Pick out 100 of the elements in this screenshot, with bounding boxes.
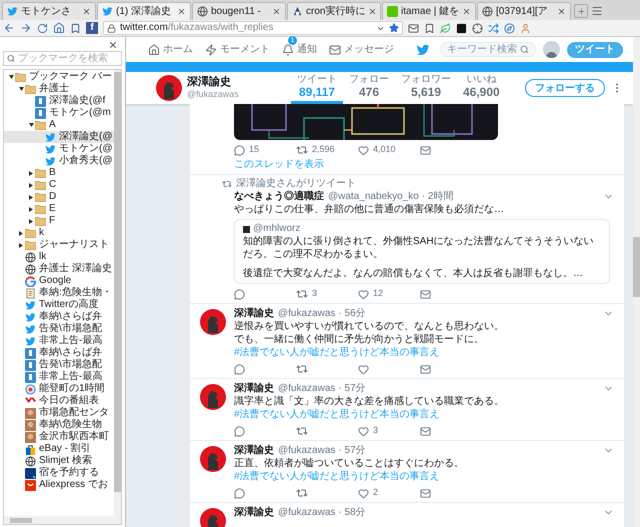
message-icon[interactable]	[420, 426, 431, 436]
nav-link[interactable]: ホーム	[148, 42, 193, 57]
account-avatar[interactable]	[543, 41, 560, 58]
bookmark-folder[interactable]: A	[4, 119, 114, 131]
reply-icon[interactable]	[234, 144, 245, 156]
reply-icon[interactable]	[234, 488, 245, 498]
bookmark-item[interactable]: 非常上告-最高	[4, 371, 114, 383]
bookmark-item[interactable]: 奉納\さらば弁	[4, 347, 114, 359]
author-name[interactable]: 深澤諭史	[234, 382, 274, 395]
message-icon[interactable]	[420, 144, 431, 156]
bookmark-folder[interactable]: ジャーナリスト	[4, 239, 114, 251]
retweeted-by-label[interactable]: 深澤論史さんがリツイート	[236, 178, 356, 190]
bookmark-folder[interactable]: F	[4, 215, 114, 227]
browser-tab[interactable]: bougen11 -	[192, 2, 286, 20]
bookmark-item[interactable]: 奉納\さらば弁	[4, 311, 114, 323]
forward-icon[interactable]	[20, 22, 32, 34]
reply-icon[interactable]	[234, 426, 245, 436]
bookmark-item[interactable]: Google	[4, 275, 114, 287]
message-icon[interactable]	[420, 288, 431, 300]
bookmark-item[interactable]: 告発\市場急配	[4, 323, 114, 335]
close-icon[interactable]	[177, 7, 186, 16]
browser-tab[interactable]: (1) 深澤諭史	[97, 2, 191, 20]
retweet-icon[interactable]	[296, 363, 308, 375]
like-icon[interactable]	[358, 488, 369, 498]
nav-link[interactable]: メッセージ	[329, 42, 394, 57]
tweet-time[interactable]: · 57分	[338, 382, 366, 395]
close-icon[interactable]	[557, 7, 566, 16]
bookmark-item[interactable]: Twitterの高度	[4, 299, 114, 311]
profile-stat-tab[interactable]: いいね 46,900	[457, 72, 506, 104]
collapsed-triangle-icon[interactable]	[29, 206, 33, 212]
bookmark-search-field[interactable]: ブックマークを検索	[3, 51, 122, 66]
browser-tab[interactable]: itamae | 鍵を	[382, 2, 476, 20]
collapsed-triangle-icon[interactable]	[29, 194, 33, 200]
bookmark-item[interactable]: 宿を予約する	[4, 467, 114, 479]
bookmark-item[interactable]: 今日の番組表	[4, 395, 114, 407]
address-bar[interactable]: twitter.com/fukazawas/with_replies	[103, 21, 403, 35]
avatar[interactable]	[200, 384, 226, 410]
retweet-icon[interactable]	[296, 144, 308, 156]
collapsed-triangle-icon[interactable]	[29, 182, 33, 188]
avatar[interactable]	[200, 309, 226, 335]
vertical-scrollbar[interactable]	[114, 70, 121, 516]
search-field[interactable]: キーワード検索	[440, 42, 536, 57]
reply-icon[interactable]	[234, 364, 245, 374]
horizontal-scrollbar[interactable]	[4, 516, 121, 524]
expanded-triangle-icon[interactable]	[18, 87, 24, 91]
profile-stat-tab[interactable]: フォロワー 5,619	[395, 72, 457, 104]
avatar[interactable]	[200, 508, 226, 527]
tweet-time[interactable]: · 56分	[338, 307, 366, 320]
bookmark-item[interactable]: 深澤論史(@	[4, 131, 114, 143]
retweet-icon[interactable]	[296, 288, 308, 300]
nav-link[interactable]: モーメント	[205, 42, 270, 57]
author-name[interactable]: 深澤諭史	[234, 444, 274, 457]
browser-tab[interactable]: [037914][ア	[477, 2, 571, 20]
bookmark-folder[interactable]: ブックマーク バー	[4, 71, 114, 83]
bookmark-folder[interactable]: 弁護士	[4, 83, 114, 95]
quoted-tweet[interactable]: @mhlworz 知的障害の人に張り倒されて、外傷性SAHになった法曹なんてそうそういないだろ。この理不尽わかるまい。 後遺症で大変なんだよ。なんの賠償もなくて、本人は反省も謝罪もなし。…	[234, 219, 610, 284]
author-handle[interactable]: @fukazawas	[278, 444, 336, 457]
avatar[interactable]	[156, 75, 182, 101]
author-handle[interactable]: @fukazawas	[278, 382, 336, 395]
bookmarks-icon[interactable]	[70, 22, 81, 34]
collapsed-triangle-icon[interactable]	[29, 170, 33, 176]
bookmark-folder[interactable]: B	[4, 167, 114, 179]
bookmark-item[interactable]: 弁護士 深澤論史	[4, 263, 114, 275]
author-name[interactable]: なべきょう◎適職症	[234, 190, 324, 203]
close-icon[interactable]	[108, 40, 118, 50]
crosshair-icon[interactable]	[472, 22, 483, 34]
bookmark-item[interactable]: lk	[4, 251, 114, 263]
like-icon[interactable]	[358, 144, 369, 156]
facebook-button[interactable]: f	[86, 22, 98, 34]
bookmark-item[interactable]: 金沢市駅西本町	[4, 431, 114, 443]
reload-icon[interactable]	[37, 22, 48, 34]
browser-tab[interactable]: cron実行時に	[287, 2, 381, 20]
bookmark-item[interactable]: Aliexpress でお	[4, 479, 114, 491]
collapsed-triangle-icon[interactable]	[19, 242, 23, 248]
bookmark-folder[interactable]: C	[4, 179, 114, 191]
like-icon[interactable]	[358, 364, 369, 374]
bookmark-item[interactable]: Slimjet 検索	[4, 455, 114, 467]
bookmark-item[interactable]: 能登町の1時間	[4, 383, 114, 395]
tweet-time[interactable]: · 2時間	[422, 190, 454, 203]
nav-link[interactable]: 通知	[282, 42, 317, 57]
profile-name[interactable]: 深澤諭史	[187, 76, 239, 89]
author-handle[interactable]: @wata_nabekyo_ko	[328, 190, 419, 203]
star-icon[interactable]	[389, 23, 399, 33]
bookmark-icon[interactable]	[424, 22, 435, 34]
browser-tab[interactable]: モトケンさ	[2, 2, 96, 20]
tweet-time[interactable]: · 58分	[338, 506, 366, 519]
like-icon[interactable]	[358, 426, 369, 436]
author-name[interactable]: 深澤諭史	[234, 307, 274, 320]
collapsed-triangle-icon[interactable]	[19, 230, 23, 236]
bookmark-item[interactable]: eBay - 割引	[4, 443, 114, 455]
author-handle[interactable]: @fukazawas	[278, 307, 336, 320]
bookmark-item[interactable]: モトケン(@m	[4, 107, 114, 119]
bookmark-item[interactable]: 深澤論史(@f	[4, 95, 114, 107]
avatar[interactable]	[200, 446, 226, 472]
profile-stat-tab[interactable]: フォロー 476	[343, 72, 395, 104]
bookmark-item[interactable]: 非常上告-最高	[4, 335, 114, 347]
author-name[interactable]: 深澤諭史	[234, 506, 274, 519]
message-icon[interactable]	[420, 364, 431, 374]
author-handle[interactable]: @fukazawas	[278, 506, 336, 519]
bookmark-item[interactable]: 告発\市場急配	[4, 359, 114, 371]
